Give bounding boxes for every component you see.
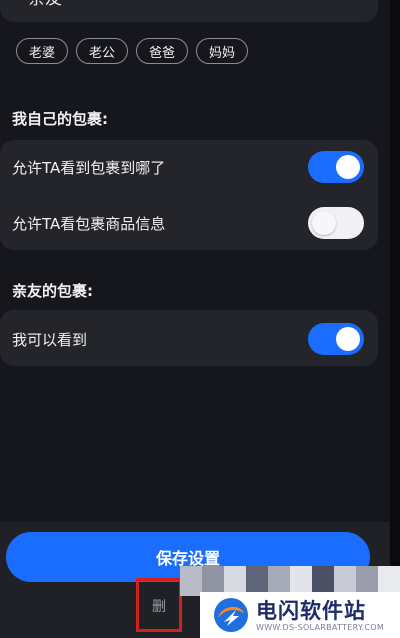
setting-row-can-see: 我可以看到: [0, 312, 378, 366]
tag-husband[interactable]: 老公: [76, 38, 128, 64]
setting-label-can-see: 我可以看到: [12, 330, 88, 349]
toggle-knob: [336, 327, 360, 351]
tag-dad[interactable]: 爸爸: [136, 38, 188, 64]
setting-row-product-info: 允许TA看包裹商品信息: [0, 196, 378, 250]
relation-field[interactable]: 亲友: [0, 0, 378, 22]
toggle-knob: [312, 211, 336, 235]
friend-parcels-card: 我可以看到: [0, 310, 378, 366]
watermark-subtitle: WWW.DS-SOLARBATTERY.COM: [256, 623, 385, 632]
relation-quick-tags: 老婆 老公 爸爸 妈妈: [16, 38, 248, 64]
setting-row-track-location: 允许TA看到包裹到哪了: [0, 140, 378, 194]
settings-screen: 亲友 老婆 老公 爸爸 妈妈 我自己的包裹: 允许TA看到包裹到哪了 允许TA看…: [0, 0, 390, 638]
highlight-box: [136, 578, 182, 632]
relation-value: 亲友: [28, 0, 62, 9]
toggle-track-location[interactable]: [308, 151, 364, 183]
setting-label-track-location: 允许TA看到包裹到哪了: [12, 158, 166, 177]
toggle-can-see[interactable]: [308, 323, 364, 355]
tag-wife[interactable]: 老婆: [16, 38, 68, 64]
toggle-product-info[interactable]: [308, 207, 364, 239]
watermark-logo-icon: [214, 598, 248, 632]
watermark-title: 电闪软件站: [256, 599, 366, 623]
toggle-knob: [336, 155, 360, 179]
my-parcels-card: 允许TA看到包裹到哪了 允许TA看包裹商品信息: [0, 140, 378, 250]
tag-mom[interactable]: 妈妈: [196, 38, 248, 64]
setting-label-product-info: 允许TA看包裹商品信息: [12, 214, 166, 233]
my-parcels-title: 我自己的包裹:: [12, 110, 108, 128]
friend-parcels-title: 亲友的包裹:: [12, 282, 93, 300]
screen-edge: [390, 0, 400, 638]
